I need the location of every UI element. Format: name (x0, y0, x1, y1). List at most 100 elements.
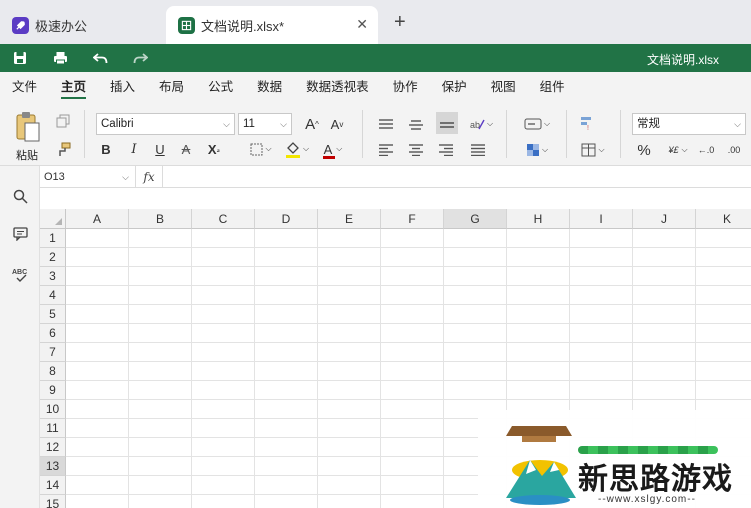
increase-font-icon[interactable]: A ^ (302, 113, 322, 135)
column-header-b[interactable]: B (129, 209, 192, 229)
tab-document[interactable]: 文档说明.xlsx* ✕ (166, 6, 378, 44)
menu-insert[interactable]: 插入 (110, 72, 135, 102)
font-name-select[interactable]: Calibri ⌵ (96, 113, 235, 135)
svg-text:!: ! (587, 125, 589, 131)
currency-format-icon[interactable]: ¥£ ⌵ (662, 139, 694, 161)
column-header-f[interactable]: F (381, 209, 444, 229)
column-header-e[interactable]: E (318, 209, 381, 229)
fill-color-icon[interactable]: ⌵ (282, 138, 312, 160)
row-header-8[interactable]: 8 (40, 362, 66, 381)
font-size-select[interactable]: 11 ⌵ (238, 113, 292, 135)
paste-icon[interactable] (12, 110, 44, 144)
spellcheck-icon[interactable]: ABC (10, 264, 30, 284)
row-header-15[interactable]: 15 (40, 495, 66, 508)
column-header-d[interactable]: D (255, 209, 318, 229)
row-header-7[interactable]: 7 (40, 343, 66, 362)
row-header-13[interactable]: 13 (40, 457, 66, 476)
column-header-j[interactable]: J (633, 209, 696, 229)
menu-collaborate[interactable]: 协作 (393, 72, 418, 102)
menu-data[interactable]: 数据 (257, 72, 282, 102)
text-orientation-icon[interactable]: ab ⌵ (466, 114, 496, 134)
tab-label: 文档说明.xlsx* (201, 18, 285, 34)
column-header-h[interactable]: H (507, 209, 570, 229)
menu-view[interactable]: 视图 (491, 72, 516, 102)
separator (362, 110, 363, 158)
strikethrough-icon[interactable]: A (176, 138, 196, 160)
decrease-decimal-icon[interactable]: .00 (724, 139, 744, 161)
watermark: 新思路游戏 --www.xslgy.com-- (478, 410, 751, 508)
chevron-down-icon: ⌵ (734, 119, 741, 129)
separator (84, 110, 85, 158)
row-header-14[interactable]: 14 (40, 476, 66, 495)
italic-icon[interactable]: I (124, 138, 144, 160)
font-color-icon[interactable]: A ⌵ (318, 138, 348, 160)
justify-icon[interactable] (468, 140, 488, 160)
comment-icon[interactable] (10, 224, 30, 244)
menu-components[interactable]: 组件 (540, 72, 565, 102)
underline-icon[interactable]: U (150, 138, 170, 160)
merge-cells-icon[interactable]: ⌵ (520, 140, 554, 160)
function-icon[interactable]: fx (138, 168, 160, 186)
column-header-a[interactable]: A (66, 209, 129, 229)
row-header-9[interactable]: 9 (40, 381, 66, 400)
font-name-value: Calibri (101, 118, 134, 130)
wrap-text-icon[interactable]: ⌵ (520, 114, 554, 134)
search-icon[interactable] (10, 186, 30, 206)
menu-pivot-table[interactable]: 数据透视表 (306, 72, 369, 102)
close-icon[interactable]: ✕ (356, 16, 368, 33)
align-bottom-icon[interactable] (436, 112, 458, 134)
column-header-g[interactable]: G (444, 209, 507, 229)
menu-bar: 文件 主页 插入 布局 公式 数据 数据透视表 协作 保护 视图 组件 (0, 72, 751, 102)
tab-home[interactable]: 极速办公 (0, 6, 164, 44)
formula-bar-gap (40, 188, 751, 209)
table-style-icon[interactable]: ⌵ (576, 140, 610, 160)
row-header-12[interactable]: 12 (40, 438, 66, 457)
row-header-4[interactable]: 4 (40, 286, 66, 305)
number-format-select[interactable]: 常规 ⌵ (632, 113, 746, 135)
row-header-6[interactable]: 6 (40, 324, 66, 343)
align-left-icon[interactable] (376, 140, 396, 160)
formula-bar: O13 ⌵ fx (40, 166, 751, 188)
menu-home[interactable]: 主页 (61, 72, 87, 102)
align-middle-icon[interactable] (406, 114, 426, 134)
align-top-icon[interactable] (376, 114, 396, 134)
column-header-i[interactable]: I (570, 209, 633, 229)
format-painter-icon[interactable] (54, 140, 72, 158)
menu-formula[interactable]: 公式 (208, 72, 233, 102)
row-header-11[interactable]: 11 (40, 419, 66, 438)
align-right-icon[interactable] (436, 140, 456, 160)
formula-input[interactable] (162, 166, 751, 188)
menu-protect[interactable]: 保护 (442, 72, 467, 102)
select-all-corner[interactable] (40, 209, 66, 229)
menu-file[interactable]: 文件 (12, 72, 37, 102)
watermark-logo (506, 426, 576, 505)
subscript-icon[interactable]: X₂ (202, 138, 226, 160)
row-header-2[interactable]: 2 (40, 248, 66, 267)
font-size-value: 11 (243, 118, 255, 130)
copy-icon[interactable] (54, 112, 72, 130)
spreadsheet-icon (178, 16, 195, 34)
column-header-c[interactable]: C (192, 209, 255, 229)
row-header-10[interactable]: 10 (40, 400, 66, 419)
save-icon[interactable] (10, 48, 30, 68)
print-icon[interactable] (50, 48, 70, 68)
menu-layout[interactable]: 布局 (159, 72, 184, 102)
borders-icon[interactable]: ⌵ (248, 138, 274, 160)
row-header-1[interactable]: 1 (40, 229, 66, 248)
new-tab-button[interactable]: + (394, 11, 406, 34)
conditional-format-icon[interactable]: ! (576, 112, 598, 134)
bold-icon[interactable]: B (96, 138, 116, 160)
align-center-icon[interactable] (406, 140, 426, 160)
row-header-5[interactable]: 5 (40, 305, 66, 324)
document-title: 文档说明.xlsx (646, 53, 719, 67)
decrease-font-icon[interactable]: Av (327, 113, 347, 135)
separator (620, 110, 621, 158)
name-box[interactable]: O13 ⌵ (40, 166, 136, 188)
increase-decimal-icon[interactable]: ←.0 (696, 139, 716, 161)
percent-icon[interactable]: % (634, 139, 654, 161)
row-header-3[interactable]: 3 (40, 267, 66, 286)
redo-icon[interactable] (130, 48, 150, 68)
undo-icon[interactable] (90, 48, 110, 68)
column-header-k[interactable]: K (696, 209, 751, 229)
rocket-icon (12, 16, 29, 34)
